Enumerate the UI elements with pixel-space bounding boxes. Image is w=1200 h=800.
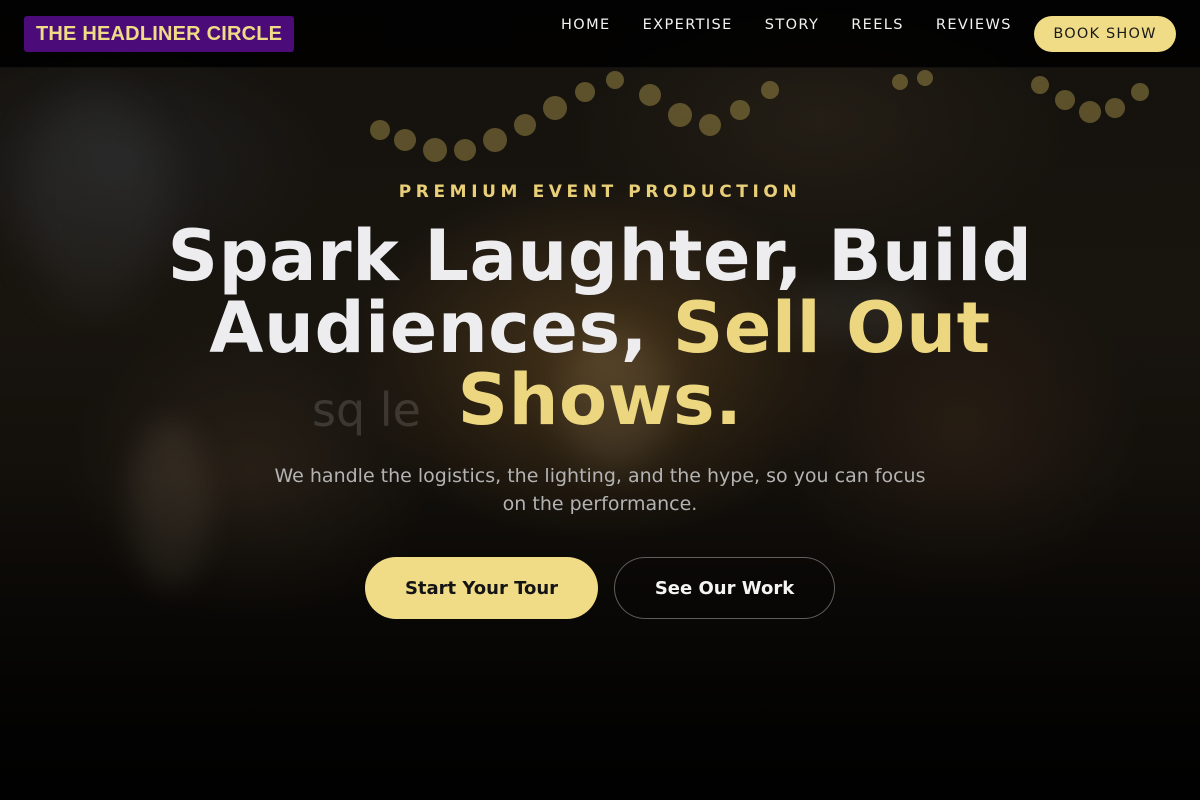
nav-link-expertise[interactable]: EXPERTISE [627,17,749,33]
see-work-button[interactable]: See Our Work [614,557,835,619]
top-navbar: THE HEADLINER CIRCLE HOME EXPERTISE STOR… [0,0,1200,68]
start-tour-button[interactable]: Start Your Tour [365,557,598,619]
hero-subheading: We handle the logistics, the lighting, a… [274,465,926,515]
nav-link-reels[interactable]: REELS [835,17,920,33]
nav-link-reviews[interactable]: REVIEWS [920,17,1028,33]
hero-eyebrow: PREMIUM EVENT PRODUCTION [398,182,802,202]
hero-headline: Spark Laughter, Build Audiences, Sell Ou… [100,220,1100,436]
main-nav: HOME EXPERTISE STORY REELS REVIEWS [545,17,1028,33]
nav-link-story[interactable]: STORY [749,17,835,33]
brand-logo[interactable]: THE HEADLINER CIRCLE [24,16,295,52]
nav-link-home[interactable]: HOME [545,17,627,33]
book-show-button[interactable]: BOOK SHOW [1034,16,1176,52]
